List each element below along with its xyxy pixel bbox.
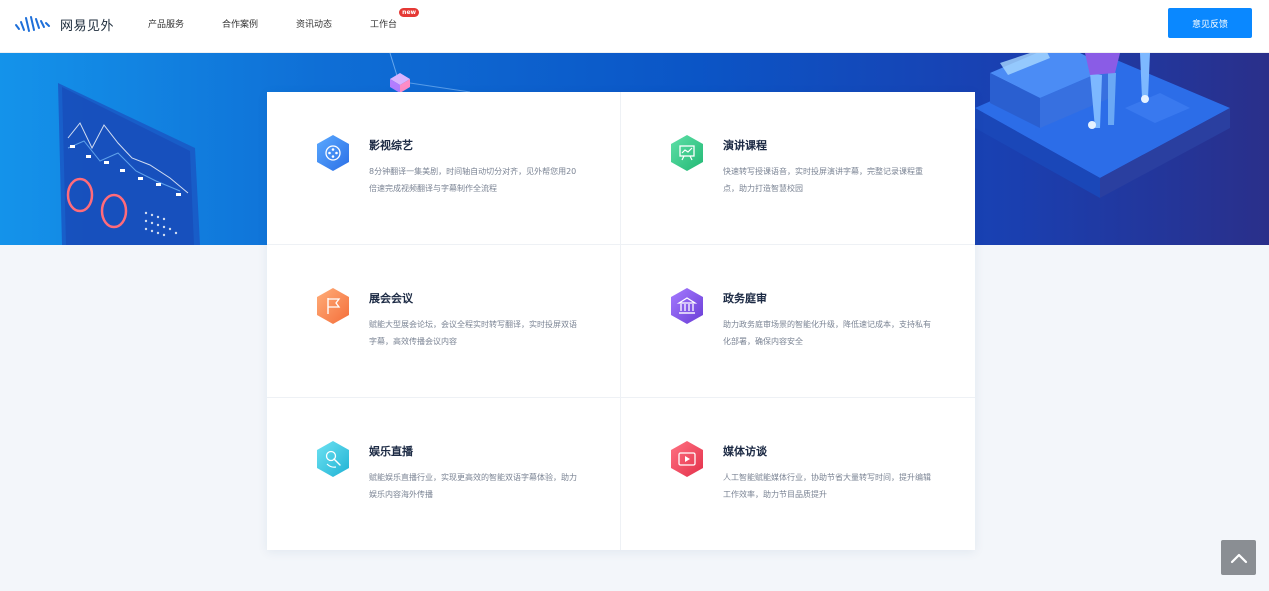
- card-description: 赋能娱乐直播行业，实现更高效的智能双语字幕体验，助力娱乐内容海外传播: [369, 473, 577, 499]
- nav-item-workbench-label: 工作台: [370, 20, 398, 30]
- card-exhibition-conference[interactable]: 展会会议 赋能大型展会论坛，会议全程实时转写翻译，实时投屏双语字幕，高效传播会议…: [267, 245, 621, 398]
- presentation-board-icon: [671, 135, 703, 171]
- card-government-court[interactable]: 政务庭审 助力政务庭审场景的智能化升级，降低速记成本，支持私有化部署，确保内容安…: [621, 245, 975, 398]
- media-player-icon: [671, 441, 703, 477]
- courthouse-icon: [671, 288, 703, 324]
- chevron-up-icon: [1230, 553, 1247, 563]
- card-lecture-course[interactable]: 演讲课程 快速转写授课语音，实时投屏演讲字幕，完整记录课程重点，助力打造智慧校园: [621, 92, 975, 245]
- nav-item-products[interactable]: 产品服务: [148, 17, 184, 30]
- platform-illustration-icon: [975, 53, 1230, 198]
- card-description: 8分钟翻译一集美剧，时间轴自动切分对齐，见外帮您用20倍速完成视频翻译与字幕制作…: [369, 167, 577, 193]
- cube-illustration-icon: [389, 53, 471, 93]
- card-title: 媒体访谈: [723, 445, 767, 458]
- card-film-variety[interactable]: 影视综艺 8分钟翻译一集美剧，时间轴自动切分对齐，见外帮您用20倍速完成视频翻译…: [267, 92, 621, 245]
- card-description: 人工智能赋能媒体行业，协助节省大量转写时间，提升编辑工作效率，助力节目品质提升: [723, 473, 931, 499]
- card-description: 赋能大型展会论坛，会议全程实时转写翻译，实时投屏双语字幕，高效传播会议内容: [369, 320, 577, 346]
- film-reel-icon: [317, 135, 349, 171]
- card-description: 助力政务庭审场景的智能化升级，降低速记成本，支持私有化部署，确保内容安全: [723, 320, 931, 346]
- logo-text: 网易见外: [60, 18, 115, 34]
- main-nav: 产品服务 合作案例 资讯动态 工作台 new: [148, 8, 435, 30]
- card-title: 演讲课程: [723, 139, 767, 152]
- card-entertainment-live[interactable]: 娱乐直播 赋能娱乐直播行业，实现更高效的智能双语字幕体验，助力娱乐内容海外传播: [267, 398, 621, 550]
- card-title: 政务庭审: [723, 292, 767, 305]
- top-header: 网易见外 产品服务 合作案例 资讯动态 工作台 new 意见反馈: [0, 0, 1269, 53]
- new-badge: new: [399, 8, 420, 17]
- dashboard-illustration-icon: [58, 83, 200, 245]
- card-title: 展会会议: [369, 292, 413, 305]
- nav-item-news[interactable]: 资讯动态: [296, 17, 332, 30]
- back-to-top-button[interactable]: [1221, 540, 1256, 575]
- live-stream-icon: [317, 441, 349, 477]
- nav-item-workbench[interactable]: 工作台 new: [370, 8, 420, 30]
- card-media-interview[interactable]: 媒体访谈 人工智能赋能媒体行业，协助节省大量转写时间，提升编辑工作效率，助力节目…: [621, 398, 975, 550]
- scenario-cards: 影视综艺 8分钟翻译一集美剧，时间轴自动切分对齐，见外帮您用20倍速完成视频翻译…: [267, 92, 975, 550]
- flag-icon: [317, 288, 349, 324]
- logo[interactable]: 网易见外: [14, 12, 114, 36]
- card-title: 娱乐直播: [369, 445, 413, 458]
- feedback-button[interactable]: 意见反馈: [1168, 8, 1252, 38]
- nav-item-cases[interactable]: 合作案例: [222, 17, 258, 30]
- logo-waves-icon: [15, 16, 50, 32]
- card-title: 影视综艺: [369, 139, 413, 152]
- card-description: 快速转写授课语音，实时投屏演讲字幕，完整记录课程重点，助力打造智慧校园: [723, 167, 923, 193]
